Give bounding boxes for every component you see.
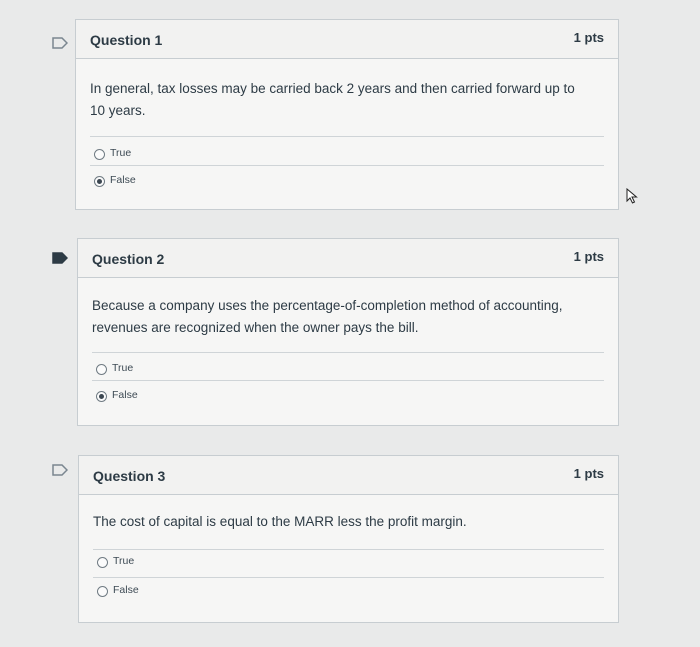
mouse-pointer-icon xyxy=(626,187,638,209)
question-text: The cost of capital is equal to the MARR… xyxy=(93,514,467,529)
answer-label: False xyxy=(113,584,139,596)
answer-divider xyxy=(90,136,604,137)
flag-question-icon-flagged[interactable] xyxy=(52,252,68,264)
question-points: 1 pts xyxy=(573,249,604,264)
question-text: Because a company uses the percentage-of… xyxy=(92,298,563,335)
question-header: Question 1 1 pts xyxy=(76,20,618,59)
answer-label: True xyxy=(110,147,132,159)
flag-question-icon[interactable] xyxy=(52,464,68,476)
question-card: Question 1 1 pts In general, tax losses … xyxy=(75,19,619,210)
question-header: Question 2 1 pts xyxy=(78,239,618,278)
question-card: Question 3 1 pts The cost of capital is … xyxy=(78,455,619,623)
answer-divider xyxy=(90,165,604,166)
answer-label: False xyxy=(110,174,136,186)
answer-label: True xyxy=(112,362,134,374)
question-text: In general, tax losses may be carried ba… xyxy=(90,81,575,118)
answer-divider xyxy=(92,380,604,381)
question-points: 1 pts xyxy=(573,466,604,481)
answer-divider xyxy=(93,577,604,578)
radio-button-selected[interactable] xyxy=(94,176,105,187)
radio-button[interactable] xyxy=(97,586,108,597)
question-title: Question 2 xyxy=(92,251,165,267)
flag-question-icon[interactable] xyxy=(52,37,68,49)
question-header: Question 3 1 pts xyxy=(79,456,618,495)
radio-button[interactable] xyxy=(96,364,107,375)
answer-label: False xyxy=(112,389,138,401)
question-card: Question 2 1 pts Because a company uses … xyxy=(77,238,619,426)
answer-divider xyxy=(93,549,604,550)
radio-button-selected[interactable] xyxy=(96,391,107,402)
radio-button[interactable] xyxy=(94,149,105,160)
radio-button[interactable] xyxy=(97,557,108,568)
question-points: 1 pts xyxy=(573,30,604,45)
question-title: Question 1 xyxy=(90,32,163,48)
answer-divider xyxy=(92,352,604,353)
question-title: Question 3 xyxy=(93,468,166,484)
answer-label: True xyxy=(113,555,135,567)
